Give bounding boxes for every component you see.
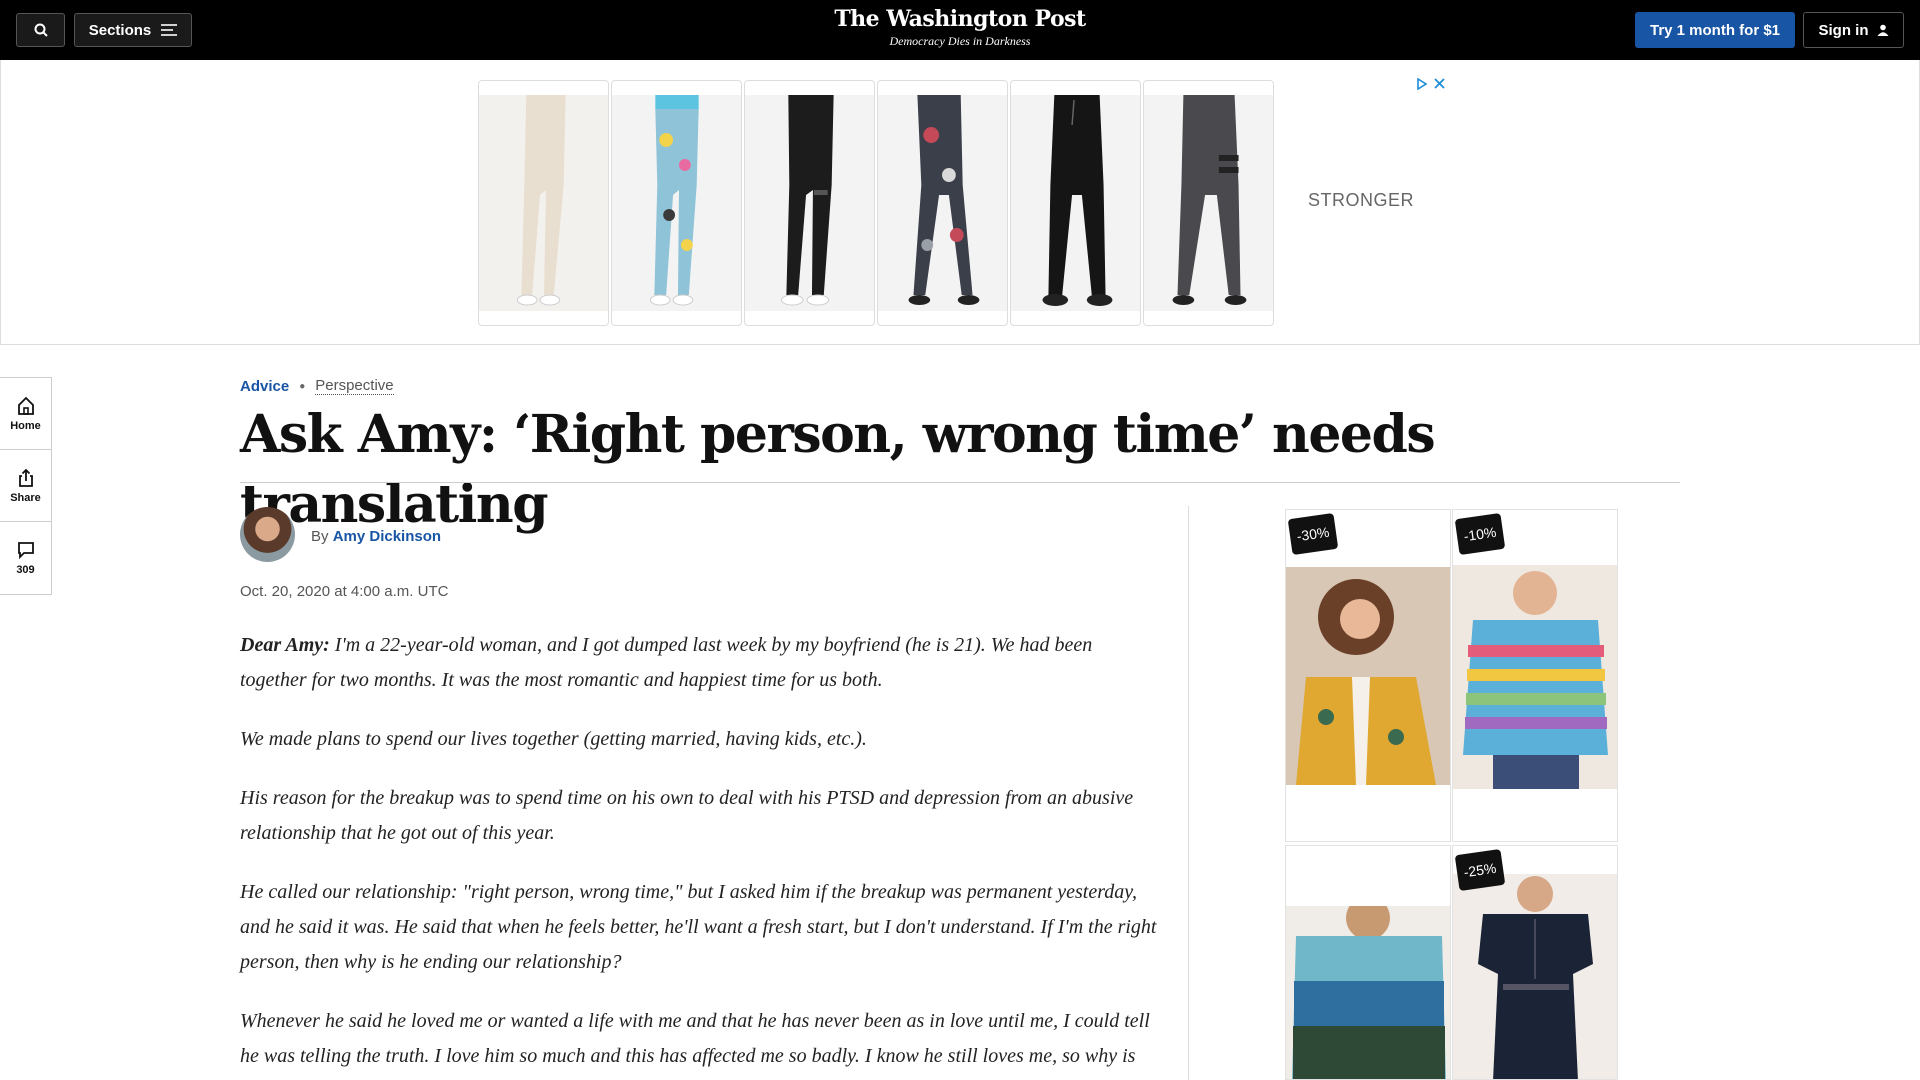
discount-badge: -10% <box>1454 512 1506 556</box>
colorblock-sweater-image <box>1286 906 1450 1079</box>
search-button[interactable] <box>16 13 65 47</box>
black-striped-leggings-image <box>745 95 874 311</box>
search-icon <box>34 23 48 37</box>
ad-product-card[interactable]: -30% <box>1285 509 1451 842</box>
kicker-separator: ● <box>299 380 306 392</box>
yellow-floral-jacket-image <box>1286 567 1450 785</box>
menu-icon <box>161 24 178 36</box>
site-logo[interactable]: The Washington Post Democracy Dies in Da… <box>760 6 1160 49</box>
section-link[interactable]: Advice <box>240 378 289 395</box>
ad-product-tile[interactable] <box>1143 80 1274 326</box>
paragraph: His reason for the breakup was to spend … <box>240 787 1134 844</box>
share-label: Share <box>10 491 41 504</box>
author-avatar[interactable] <box>240 507 295 562</box>
discount-badge: -25% <box>1454 848 1506 892</box>
sidebar-advertisement[interactable]: -30% -10% -25% <box>1285 509 1618 1080</box>
adchoices-icon <box>1417 78 1428 90</box>
ad-product-card[interactable]: -25% <box>1452 845 1618 1080</box>
striped-sweater-image <box>1453 565 1617 789</box>
sign-in-button[interactable]: Sign in <box>1803 12 1904 48</box>
share-button[interactable]: Share <box>0 450 51 522</box>
publish-date: Oct. 20, 2020 at 4:00 a.m. UTC <box>240 583 449 600</box>
author-link[interactable]: Amy Dickinson <box>333 528 441 545</box>
column-divider <box>1188 506 1189 1080</box>
paragraph: He called our relationship: "right perso… <box>240 881 1157 973</box>
paragraph-text: I'm a 22-year-old woman, and I got dumpe… <box>240 634 1093 691</box>
article-action-rail: Home Share 309 <box>0 377 52 595</box>
ad-product-card[interactable] <box>1285 845 1451 1080</box>
share-icon <box>18 468 33 487</box>
brand-tagline: Democracy Dies in Darkness <box>889 34 1031 48</box>
article-body: Dear Amy: I'm a 22-year-old woman, and I… <box>240 628 1160 1080</box>
sections-label: Sections <box>88 21 152 39</box>
salutation: Dear Amy: <box>240 634 330 656</box>
home-icon <box>17 396 34 415</box>
headline-divider <box>240 482 1680 483</box>
top-navigation-bar: Sections The Washington Post Democracy D… <box>0 0 1920 60</box>
ad-product-tile[interactable] <box>744 80 875 326</box>
byline: By Amy Dickinson <box>311 528 441 545</box>
ad-side-text: STRONGER <box>1307 190 1414 210</box>
home-label: Home <box>10 419 41 432</box>
ad-product-tile[interactable] <box>1010 80 1141 326</box>
ad-choices[interactable] <box>1416 78 1445 90</box>
paragraph: We made plans to spend our lives togethe… <box>240 728 867 750</box>
ad-product-tile[interactable] <box>611 80 742 326</box>
top-advertisement[interactable]: STRONGER <box>0 60 1920 345</box>
comments-count: 309 <box>16 564 35 576</box>
byline-prefix: By <box>311 528 329 545</box>
sign-in-label: Sign in <box>1818 21 1869 39</box>
ad-product-tile[interactable] <box>877 80 1008 326</box>
ad-product-tile[interactable] <box>478 80 609 326</box>
printed-leggings-image <box>612 95 741 311</box>
perspective-label[interactable]: Perspective <box>315 377 394 395</box>
close-icon[interactable] <box>1434 78 1445 89</box>
camo-leggings-image <box>878 95 1007 311</box>
article-kicker: Advice ● Perspective <box>240 377 394 395</box>
black-joggers-image <box>1011 95 1140 311</box>
sections-menu-button[interactable]: Sections <box>74 13 192 47</box>
subscribe-button[interactable]: Try 1 month for $1 <box>1635 12 1795 48</box>
paragraph: Whenever he said he loved me or wanted a… <box>240 1010 1150 1067</box>
comments-button[interactable]: 309 <box>0 522 51 594</box>
grey-striped-leggings-image <box>1144 95 1273 311</box>
navy-dress-image <box>1453 874 1617 1079</box>
cream-leggings-image <box>479 95 608 311</box>
home-button[interactable]: Home <box>0 378 51 450</box>
comment-icon <box>17 542 34 560</box>
discount-badge: -30% <box>1287 512 1339 556</box>
ad-product-card[interactable]: -10% <box>1452 509 1618 842</box>
user-icon <box>1877 24 1888 36</box>
paragraph: Dear Amy: I'm a 22-year-old woman, and I… <box>240 628 1160 698</box>
brand-name: The Washington Post <box>834 6 1086 32</box>
